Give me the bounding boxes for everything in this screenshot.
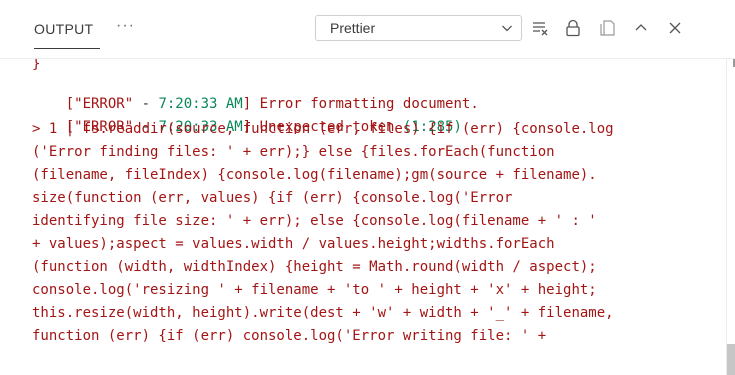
code-line: this.resize(width, height).write(dest + …: [32, 305, 614, 321]
clear-output-icon[interactable]: [530, 18, 550, 38]
log-entry: ["ERROR" - 7:20:33 AM] Error formatting …: [32, 71, 479, 112]
code-line: function (err) {if (err) console.log('Er…: [32, 328, 547, 344]
output-channel-select[interactable]: Prettier: [315, 15, 522, 41]
lock-icon[interactable]: [563, 18, 583, 38]
code-line: ('Error finding files: ' + err);} else {…: [32, 144, 555, 160]
code-line: (function (width, widthIndex) {height = …: [32, 259, 597, 275]
log-entry: ["ERROR" - 7:20:33 AM] Unexpected token …: [32, 94, 462, 135]
code-line: console.log('resizing ' + filename + 'to…: [32, 282, 597, 298]
scrollbar-thumb[interactable]: [727, 344, 735, 375]
active-tab-indicator: [34, 48, 100, 49]
code-line: > 1 | fs.readdir(source, function (err, …: [32, 121, 614, 137]
code-line: size(function (err, values) {if (err) {c…: [32, 190, 513, 206]
code-line: (filename, fileIndex) {console.log(filen…: [32, 167, 597, 183]
chevron-up-icon[interactable]: [631, 18, 651, 38]
output-content[interactable]: } ["ERROR" - 7:20:33 AM] Error formattin…: [0, 59, 725, 375]
open-in-editor-icon[interactable]: [597, 18, 617, 38]
close-icon[interactable]: [665, 18, 685, 38]
more-actions-icon[interactable]: ···: [116, 17, 135, 35]
code-line: + values);aspect = values.width / values…: [32, 236, 555, 252]
tab-output[interactable]: OUTPUT: [34, 21, 93, 37]
code-line: identifying file size: ' + err); else {c…: [32, 213, 597, 229]
output-panel-header: OUTPUT ··· Prettier: [0, 0, 735, 59]
output-channel-value: Prettier: [330, 20, 376, 36]
vertical-scrollbar[interactable]: [726, 59, 735, 375]
chevron-down-icon: [502, 25, 512, 32]
